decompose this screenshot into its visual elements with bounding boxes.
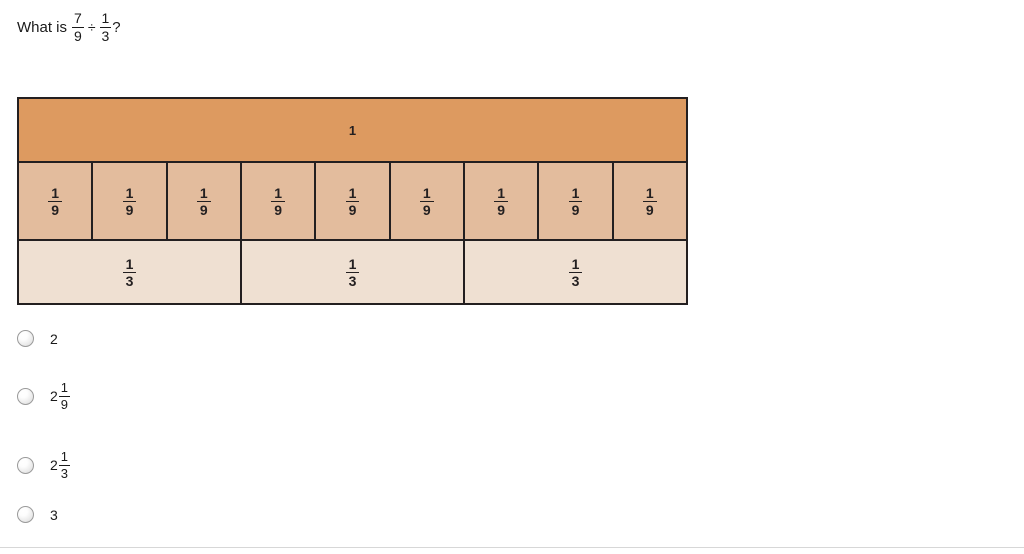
whole-cell-label: 1 [348,122,357,138]
divisor-denominator: 3 [99,26,112,44]
diagram-row-whole: 1 [19,99,686,163]
ninth-cell: 1 9 [167,163,242,239]
ninth-denominator: 9 [642,200,657,217]
ninth-numerator: 1 [125,184,134,201]
third-denominator: 3 [345,271,360,288]
bottom-divider [0,547,1024,548]
answer-option-b-label: 2 1 9 [50,380,71,412]
ninth-cell: 1 9 [464,163,540,239]
radio-button-a[interactable] [17,330,34,347]
option-c-fraction: 1 3 [58,449,71,481]
fraction-bar-diagram: 1 1 9 1 9 1 9 1 9 1 9 1 9 1 9 1 9 1 9 1 … [17,97,688,305]
diagram-row-ninths: 1 9 1 9 1 9 1 9 1 9 1 9 1 9 1 9 1 9 [19,163,686,241]
ninth-fraction: 1 9 [494,184,509,217]
dividend-denominator: 9 [72,26,84,44]
third-cell: 1 3 [242,241,465,303]
ninth-fraction: 1 9 [419,184,434,217]
ninth-numerator: 1 [645,184,654,201]
ninth-fraction: 1 9 [642,184,657,217]
ninth-fraction: 1 9 [196,184,211,217]
ninth-numerator: 1 [497,184,506,201]
ninth-cell: 1 9 [19,163,94,239]
question-prompt: What is 7 9 ÷ 1 3 ? [17,11,121,43]
third-denominator: 3 [568,271,583,288]
third-fraction: 1 3 [568,255,583,288]
ninth-denominator: 9 [122,200,137,217]
question-mark: ? [112,18,121,36]
division-operator-icon: ÷ [87,19,96,36]
ninth-denominator: 9 [196,200,211,217]
ninth-denominator: 9 [271,200,286,217]
ninth-cell: 1 9 [316,163,391,239]
third-cell: 1 3 [465,241,686,303]
ninth-numerator: 1 [571,184,580,201]
ninth-numerator: 1 [348,184,357,201]
ninth-numerator: 1 [51,184,60,201]
option-c-numerator: 1 [60,449,69,464]
option-b-whole: 2 [50,388,58,405]
option-b-denominator: 9 [58,395,71,412]
option-a-whole: 2 [50,330,58,347]
answer-option-a[interactable]: 2 [17,330,59,347]
third-fraction: 1 3 [122,255,137,288]
option-b-fraction: 1 9 [58,380,71,412]
ninth-fraction: 1 9 [345,184,360,217]
answer-option-d-label: 3 [50,508,59,522]
ninth-numerator: 1 [274,184,283,201]
ninth-denominator: 9 [345,200,360,217]
option-b-numerator: 1 [60,380,69,395]
ninth-fraction: 1 9 [48,184,63,217]
ninth-cell: 1 9 [241,163,317,239]
third-numerator: 1 [348,255,357,272]
ninth-denominator: 9 [568,200,583,217]
option-c-whole: 2 [50,457,58,474]
answer-option-c-label: 2 1 3 [50,449,71,481]
ninth-cell: 1 9 [93,163,168,239]
radio-button-b[interactable] [17,387,34,405]
question-lead-text: What is [17,18,68,36]
ninth-numerator: 1 [199,184,208,201]
diagram-row-thirds: 1 3 1 3 1 3 [19,241,686,303]
question-fraction-dividend: 7 9 [72,11,84,43]
answer-option-c[interactable]: 2 1 3 [17,449,71,481]
option-d-whole: 3 [50,506,58,523]
third-numerator: 1 [125,255,134,272]
answer-option-a-label: 2 [50,332,59,346]
ninth-denominator: 9 [48,200,63,217]
third-denominator: 3 [122,271,137,288]
radio-button-c[interactable] [17,456,34,474]
ninth-cell: 1 9 [390,163,465,239]
ninth-fraction: 1 9 [271,184,286,217]
ninth-fraction: 1 9 [122,184,137,217]
third-fraction: 1 3 [345,255,360,288]
ninth-cell: 1 9 [613,163,686,239]
ninth-cell: 1 9 [539,163,614,239]
ninth-numerator: 1 [422,184,431,201]
question-fraction-divisor: 1 3 [99,10,112,44]
radio-button-d[interactable] [17,506,34,523]
ninth-denominator: 9 [419,200,434,217]
dividend-numerator: 7 [74,10,82,26]
ninth-denominator: 9 [494,200,509,217]
answer-option-d[interactable]: 3 [17,506,59,523]
answer-option-b[interactable]: 2 1 9 [17,380,71,412]
third-numerator: 1 [571,255,580,272]
ninth-fraction: 1 9 [568,184,583,217]
option-c-denominator: 3 [58,464,71,481]
divisor-numerator: 1 [101,10,110,26]
third-cell: 1 3 [19,241,242,303]
